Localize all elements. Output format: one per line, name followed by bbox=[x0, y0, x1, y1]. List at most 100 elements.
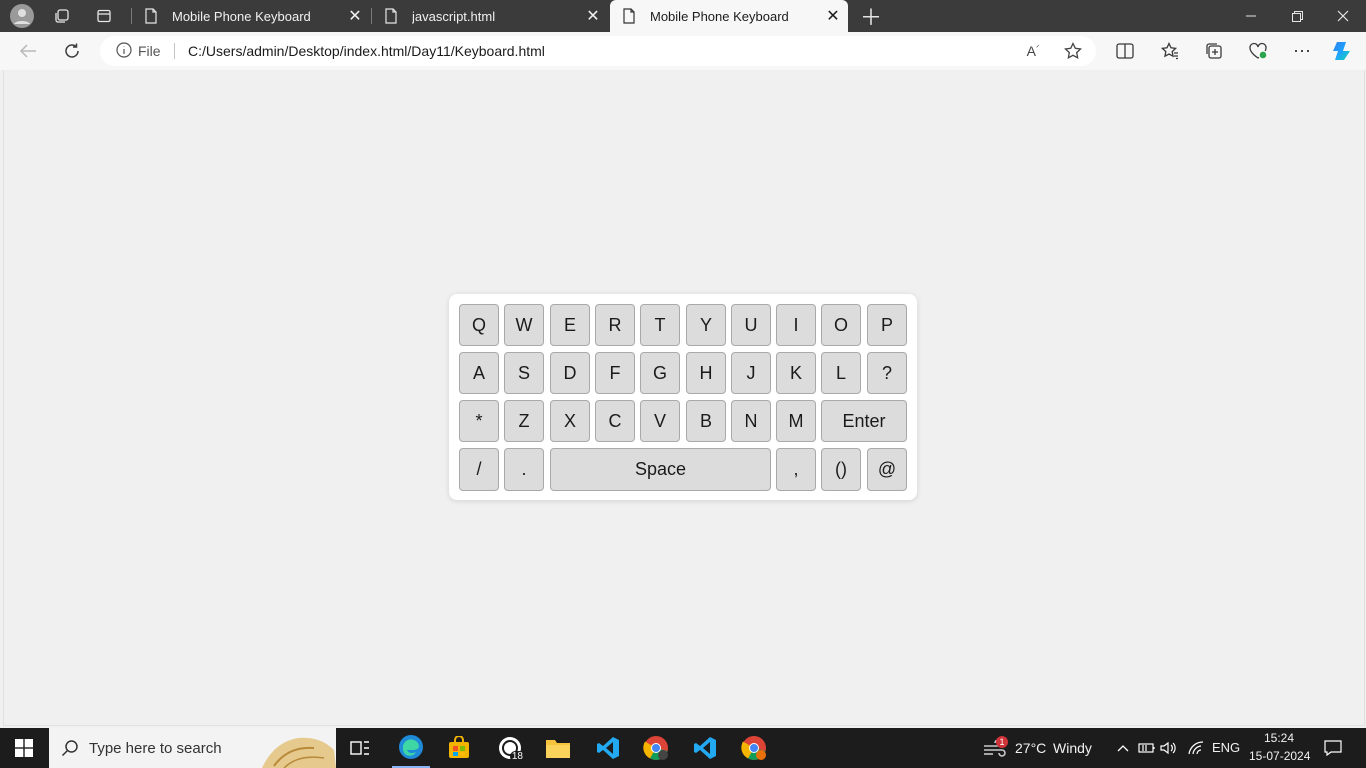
volume-icon[interactable] bbox=[1159, 728, 1179, 768]
key-u[interactable]: U bbox=[731, 304, 771, 346]
key-z[interactable]: Z bbox=[504, 400, 544, 442]
key-r[interactable]: R bbox=[595, 304, 635, 346]
key-y[interactable]: Y bbox=[686, 304, 726, 346]
scheme-label: File bbox=[138, 43, 161, 59]
close-window-icon[interactable] bbox=[1320, 0, 1366, 32]
vscode-icon[interactable] bbox=[589, 728, 627, 768]
favorites-icon[interactable] bbox=[1153, 32, 1187, 70]
windows-taskbar: Type here to search 18 1 27°C Windy ENG … bbox=[0, 728, 1366, 768]
address-separator bbox=[174, 43, 175, 59]
key-comma[interactable]: , bbox=[776, 448, 816, 491]
key-asterisk[interactable]: * bbox=[459, 400, 499, 442]
vscode-icon-2[interactable] bbox=[686, 728, 724, 768]
key-x[interactable]: X bbox=[550, 400, 590, 442]
key-v[interactable]: V bbox=[640, 400, 680, 442]
copilot-icon[interactable] bbox=[1326, 32, 1360, 70]
tab-mobile-keyboard-active[interactable]: Mobile Phone Keyboard ✕ bbox=[610, 0, 848, 32]
chrome-profile-m-icon[interactable] bbox=[735, 728, 773, 768]
edge-taskbar-icon[interactable] bbox=[392, 728, 430, 768]
key-o[interactable]: O bbox=[821, 304, 861, 346]
key-question[interactable]: ? bbox=[867, 352, 907, 394]
key-enter[interactable]: Enter bbox=[821, 400, 907, 442]
task-view-icon[interactable] bbox=[344, 728, 376, 768]
key-p[interactable]: P bbox=[867, 304, 907, 346]
browser-tab-bar: Mobile Phone Keyboard ✕ javascript.html … bbox=[0, 0, 1366, 32]
key-b[interactable]: B bbox=[686, 400, 726, 442]
key-e[interactable]: E bbox=[550, 304, 590, 346]
close-tab-icon[interactable]: ✕ bbox=[578, 6, 608, 26]
search-highlight-illustration-icon bbox=[254, 728, 336, 768]
browser-essentials-icon[interactable] bbox=[1241, 32, 1275, 70]
more-options-icon[interactable]: ⋯ bbox=[1285, 32, 1319, 70]
document-icon bbox=[622, 8, 642, 24]
weather-temp[interactable]: 27°C bbox=[1015, 740, 1046, 756]
key-g[interactable]: G bbox=[640, 352, 680, 394]
key-i[interactable]: I bbox=[776, 304, 816, 346]
refresh-icon[interactable] bbox=[55, 32, 89, 70]
key-n[interactable]: N bbox=[731, 400, 771, 442]
key-k[interactable]: K bbox=[776, 352, 816, 394]
tab-mobile-keyboard-1[interactable]: Mobile Phone Keyboard ✕ bbox=[132, 0, 370, 32]
windows-start-icon[interactable] bbox=[0, 728, 48, 768]
url-text[interactable]: C:/Users/admin/Desktop/index.html/Day11/… bbox=[188, 36, 545, 66]
close-tab-icon[interactable]: ✕ bbox=[340, 6, 370, 26]
microsoft-store-icon[interactable] bbox=[441, 728, 477, 768]
minimize-icon[interactable] bbox=[1228, 0, 1274, 32]
split-screen-icon[interactable] bbox=[1108, 32, 1142, 70]
key-m[interactable]: M bbox=[776, 400, 816, 442]
key-w[interactable]: W bbox=[504, 304, 544, 346]
tab-title: Mobile Phone Keyboard bbox=[172, 8, 311, 24]
search-icon bbox=[61, 739, 79, 757]
document-icon bbox=[384, 8, 404, 24]
key-a[interactable]: A bbox=[459, 352, 499, 394]
weather-condition[interactable]: Windy bbox=[1053, 740, 1092, 756]
whatsapp-icon[interactable]: 18 bbox=[491, 728, 529, 768]
key-t[interactable]: T bbox=[640, 304, 680, 346]
weather-icon[interactable]: 1 bbox=[980, 728, 1008, 768]
key-c[interactable]: C bbox=[595, 400, 635, 442]
back-arrow-icon[interactable] bbox=[11, 32, 45, 70]
profile-avatar-icon[interactable] bbox=[8, 0, 36, 32]
close-tab-icon[interactable]: ✕ bbox=[818, 6, 848, 26]
tab-title: javascript.html bbox=[412, 8, 496, 24]
collections-icon[interactable] bbox=[1197, 32, 1231, 70]
taskbar-search-box[interactable]: Type here to search bbox=[49, 728, 336, 768]
info-icon bbox=[116, 41, 132, 61]
key-s[interactable]: S bbox=[504, 352, 544, 394]
key-q[interactable]: Q bbox=[459, 304, 499, 346]
battery-icon[interactable] bbox=[1137, 728, 1157, 768]
key-d[interactable]: D bbox=[550, 352, 590, 394]
wifi-icon[interactable] bbox=[1185, 728, 1207, 768]
file-explorer-icon[interactable] bbox=[539, 728, 577, 768]
key-at[interactable]: @ bbox=[867, 448, 907, 491]
chrome-profile-icon[interactable] bbox=[637, 728, 675, 768]
workspaces-icon[interactable] bbox=[48, 0, 76, 32]
key-f[interactable]: F bbox=[595, 352, 635, 394]
language-indicator[interactable]: ENG bbox=[1212, 740, 1240, 755]
restore-icon[interactable] bbox=[1274, 0, 1320, 32]
clock-time[interactable]: 15:24 bbox=[1264, 731, 1294, 745]
key-space[interactable]: Space bbox=[550, 448, 771, 491]
key-parentheses[interactable]: () bbox=[821, 448, 861, 491]
weather-badge: 1 bbox=[996, 736, 1008, 748]
chevron-up-icon[interactable] bbox=[1114, 728, 1132, 768]
search-placeholder: Type here to search bbox=[89, 739, 222, 757]
clock-date[interactable]: 15-07-2024 bbox=[1249, 749, 1310, 763]
key-period[interactable]: . bbox=[504, 448, 544, 491]
tab-actions-icon[interactable] bbox=[90, 0, 118, 32]
key-j[interactable]: J bbox=[731, 352, 771, 394]
whatsapp-badge: 18 bbox=[509, 751, 525, 762]
read-aloud-icon[interactable]: Aᐟ bbox=[1016, 32, 1050, 70]
notifications-icon[interactable] bbox=[1318, 728, 1348, 768]
favorite-star-icon[interactable] bbox=[1056, 32, 1090, 70]
tab-javascript-html[interactable]: javascript.html ✕ bbox=[372, 0, 608, 32]
key-h[interactable]: H bbox=[686, 352, 726, 394]
new-tab-icon[interactable]: ＋ bbox=[856, 0, 886, 32]
document-icon bbox=[144, 8, 164, 24]
key-slash[interactable]: / bbox=[459, 448, 499, 491]
site-info[interactable]: File bbox=[116, 36, 161, 66]
address-bar[interactable]: File C:/Users/admin/Desktop/index.html/D… bbox=[100, 36, 1096, 66]
key-l[interactable]: L bbox=[821, 352, 861, 394]
browser-toolbar: File C:/Users/admin/Desktop/index.html/D… bbox=[0, 32, 1366, 70]
virtual-keyboard: Q W E R T Y U I O P A S D F G H J K L ? … bbox=[449, 294, 917, 500]
